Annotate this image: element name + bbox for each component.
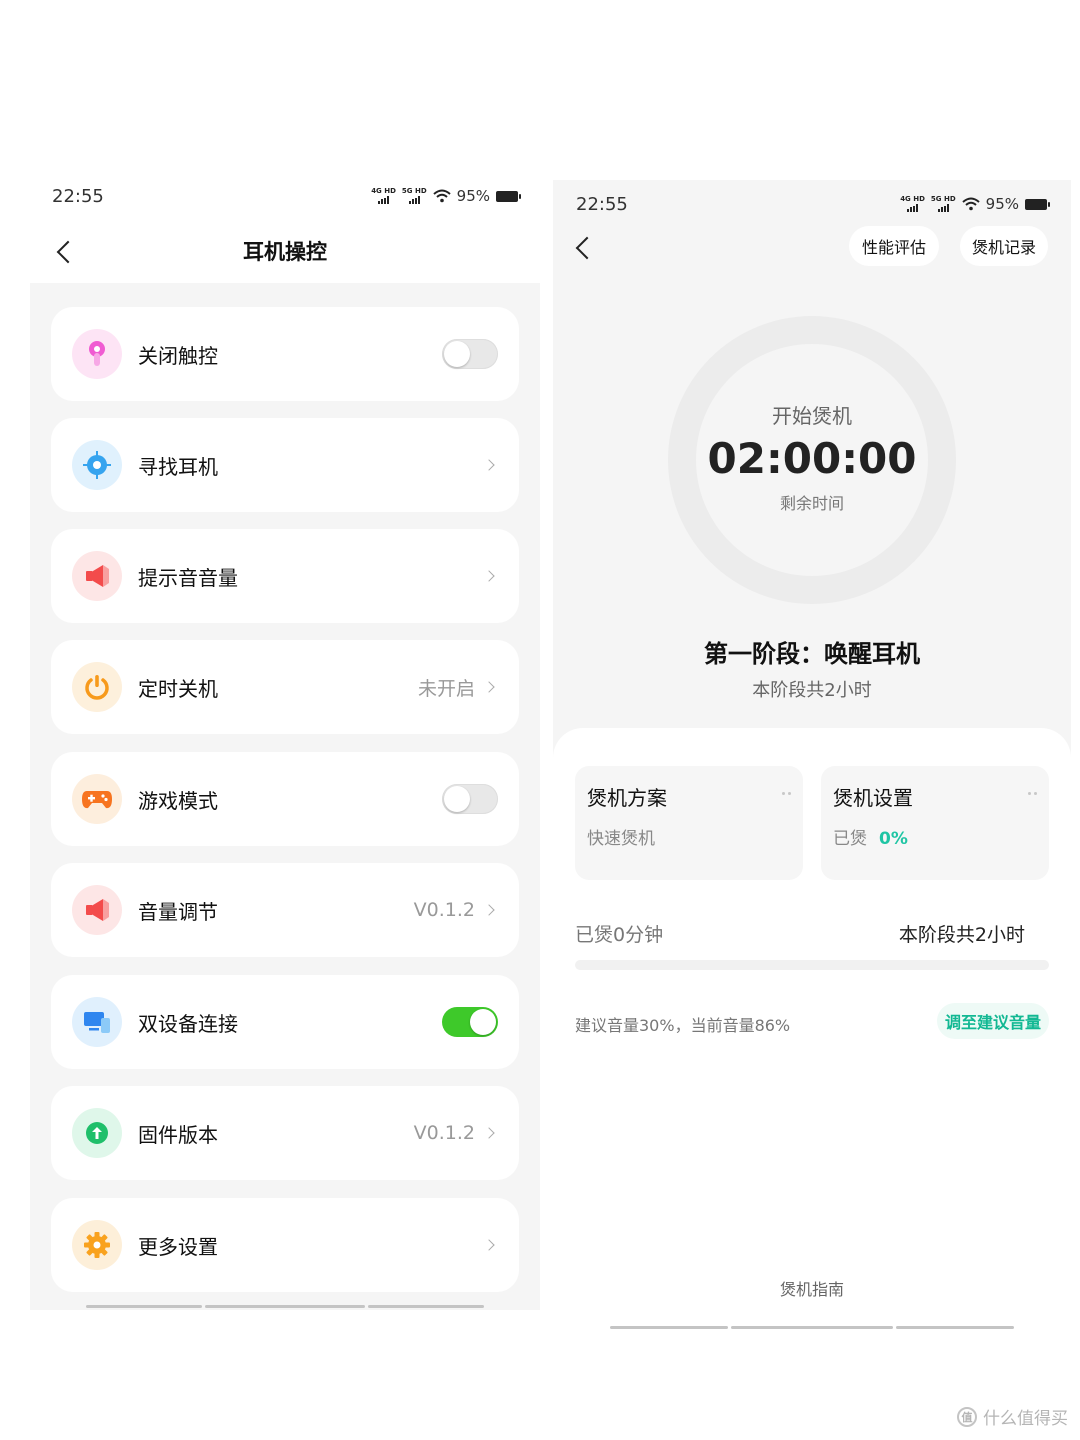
stage-total-label: 本阶段共2小时 [898,924,1025,946]
status-bar: 22:55 4G HD 5G HD 95% [553,184,1071,224]
cellular-signal-icon: 5G HD [931,196,956,212]
locate-icon [72,440,122,490]
status-time: 22:55 [52,185,104,207]
header: 耳机操控 [30,224,540,280]
battery-percent: 95% [985,195,1019,213]
cellular-signal-icon: 4G HD [900,196,925,212]
gamepad-icon [72,774,122,824]
adjust-volume-button[interactable]: 调至建议音量 [936,1003,1049,1039]
page-title: 耳机操控 [243,240,327,264]
progress-bar [575,960,1049,970]
dual-device-toggle[interactable] [442,1007,498,1037]
setting-label: 寻找耳机 [138,454,218,479]
burnin-records-button[interactable]: 煲机记录 [960,226,1048,266]
setting-item-find-earbuds[interactable]: 寻找耳机 [51,418,519,512]
bottom-panel: 煲机方案 快速煲机 煲机设置 已煲 0% 已煲0分钟 本阶段共2小时 建议音量30… [553,728,1071,1340]
right-screen: 22:55 4G HD 5G HD 95% 性能评估 煲机记录 开始煲机 02:… [553,180,1071,1340]
setting-label: 双设备连接 [138,1011,238,1036]
setting-item-firmware-version[interactable]: 固件版本 V0.1.2 [51,1086,519,1180]
setting-value: V0.1.2 [413,899,475,921]
home-indicator [610,1326,1014,1329]
more-dots-icon [1028,792,1037,795]
signal-label: 4G HD [371,187,396,195]
elapsed-label: 已煲0分钟 [575,924,664,946]
remaining-time-label: 剩余时间 [779,494,844,513]
countdown-timer: 02:00:00 [707,434,917,483]
stage-title: 第一阶段：唤醒耳机 [704,640,920,668]
gear-icon [72,1220,122,1270]
home-indicator [86,1305,484,1308]
setting-label: 游戏模式 [138,788,218,813]
touch-icon [72,329,122,379]
status-icons: 4G HD 5G HD 95% [900,195,1050,213]
burnin-plan-card[interactable]: 煲机方案 快速煲机 [575,766,803,880]
left-screen: 22:55 4G HD 5G HD 95% 耳机操控 关闭触控 寻找耳机 提示音… [30,172,540,1310]
signal-label: 5G HD [930,195,956,203]
speaker-icon [72,885,122,935]
wifi-icon [961,197,980,211]
burnin-settings-card[interactable]: 煲机设置 已煲 0% [821,766,1049,880]
chevron-right-icon [483,904,495,916]
setting-label: 更多设置 [138,1234,218,1259]
setting-value: V0.1.2 [413,1122,475,1144]
chevron-right-icon [483,1127,495,1139]
signal-label: 5G HD [401,187,427,195]
status-icons: 4G HD 5G HD 95% [371,187,521,205]
setting-value: 未开启 [417,677,475,700]
speaker-icon [72,551,122,601]
upgrade-icon [72,1108,122,1158]
setting-label: 固件版本 [138,1122,218,1147]
battery-icon [1025,198,1050,210]
chevron-right-icon [483,1239,495,1251]
plan-card-title: 煲机方案 [587,786,667,810]
setting-label: 定时关机 [138,676,218,701]
watermark: 值 什么值得买 [957,1404,1068,1429]
setting-item-prompt-volume[interactable]: 提示音音量 [51,529,519,623]
back-icon[interactable] [575,236,599,260]
chevron-right-icon [483,459,495,471]
burnin-guide-link[interactable]: 煲机指南 [553,1276,1071,1300]
battery-icon [496,190,521,202]
watermark-logo: 值 [957,1406,977,1427]
setting-item-dual-device[interactable]: 双设备连接 [51,975,519,1069]
settings-card-status: 已煲 0% [833,824,908,849]
setting-item-more-settings[interactable]: 更多设置 [51,1198,519,1292]
more-dots-icon [782,792,791,795]
signal-label: 4G HD [900,195,925,203]
chevron-right-icon [483,681,495,693]
cellular-signal-icon: 4G HD [371,188,396,204]
watermark-text: 什么值得买 [983,1409,1068,1429]
setting-label: 音量调节 [138,899,218,924]
wifi-icon [432,189,451,203]
settings-card-title: 煲机设置 [833,786,913,810]
burned-label: 已煲 [833,829,867,849]
setting-item-volume-adjust[interactable]: 音量调节 V0.1.2 [51,863,519,957]
chevron-right-icon [483,570,495,582]
settings-list: 关闭触控 寻找耳机 提示音音量 定时关机 未开启 游戏模式 音量调节 V0.1.… [30,283,540,1310]
game-mode-toggle[interactable] [442,784,498,814]
devices-icon [72,997,122,1047]
stage-subtitle: 本阶段共2小时 [752,680,872,701]
performance-eval-button[interactable]: 性能评估 [849,226,939,266]
setting-item-disable-touch[interactable]: 关闭触控 [51,307,519,401]
setting-label: 提示音音量 [138,565,238,590]
status-bar: 22:55 4G HD 5G HD 95% [30,176,540,216]
setting-item-game-mode[interactable]: 游戏模式 [51,752,519,846]
burned-percent: 0% [879,829,908,849]
disable-touch-toggle[interactable] [442,339,498,369]
power-icon [72,662,122,712]
setting-item-timed-shutdown[interactable]: 定时关机 未开启 [51,640,519,734]
volume-hint: 建议音量30%，当前音量86% [575,1016,791,1035]
cellular-signal-icon: 5G HD [402,188,427,204]
setting-label: 关闭触控 [138,343,218,368]
status-time: 22:55 [576,193,628,215]
battery-percent: 95% [456,187,490,205]
plan-card-value: 快速煲机 [587,829,655,849]
start-burnin-label[interactable]: 开始煲机 [553,400,1071,429]
